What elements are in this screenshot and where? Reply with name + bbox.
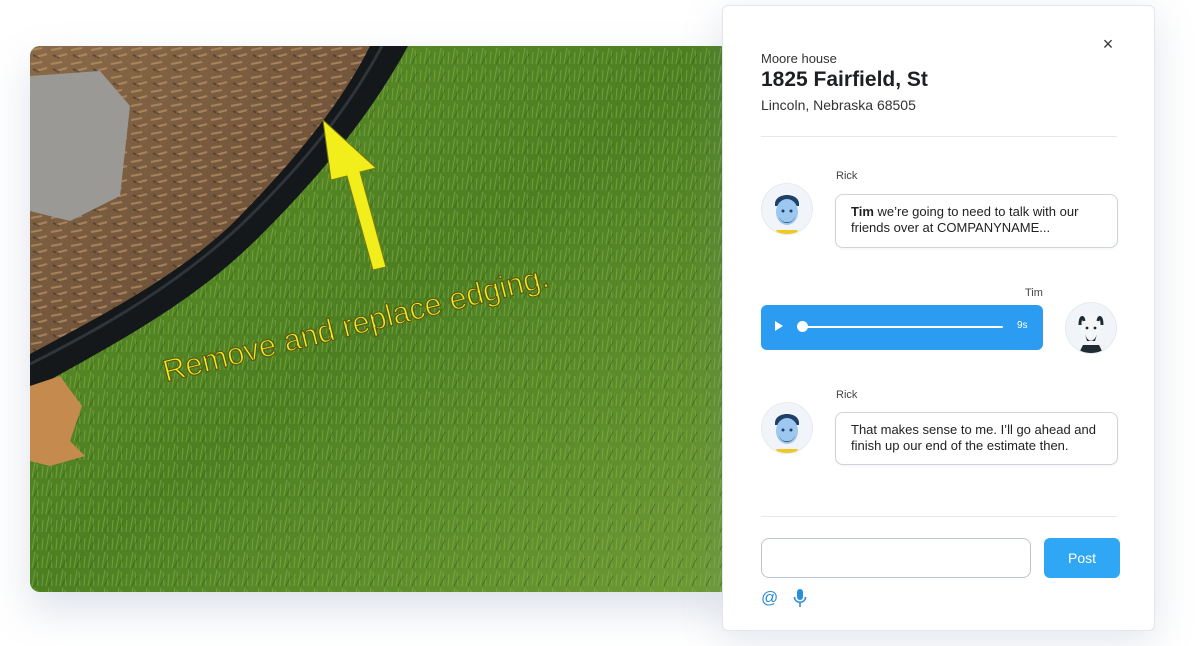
microphone-icon[interactable] [793,588,807,608]
audio-duration: 9s [1017,320,1028,331]
message-text: we’re going to need to talk with our fri… [851,204,1079,235]
header-divider [761,136,1117,137]
avatar-rick [761,402,813,454]
message-bubble: That makes sense to me. I’ll go ahead an… [835,412,1118,465]
message-text: That makes sense to me. I’ll go ahead an… [851,422,1096,453]
message-author: Rick [836,389,858,401]
avatar-rick [761,183,813,235]
annotated-photo: Remove and replace edging. [30,46,730,592]
audio-message: 9s [761,305,1043,350]
play-icon[interactable] [775,321,783,331]
project-label: Moore house [761,51,837,66]
chat-panel: × Moore house 1825 Fairfield, St Lincoln… [722,5,1155,631]
address-title: 1825 Fairfield, St [761,68,928,91]
composer-divider [761,516,1117,517]
message-author: Tim [1025,287,1043,299]
mention-icon[interactable]: @ [761,588,778,608]
address-subtitle: Lincoln, Nebraska 68505 [761,97,916,113]
avatar-tim [1065,302,1117,354]
mention-name[interactable]: Tim [851,204,874,219]
message-bubble: Tim we’re going to need to talk with our… [835,194,1118,248]
close-icon[interactable]: × [1100,35,1116,53]
message-input[interactable] [761,538,1031,578]
lawn-photo: Remove and replace edging. [30,46,730,592]
post-button[interactable]: Post [1044,538,1120,578]
audio-progress-track[interactable] [803,326,1003,328]
audio-scrubber[interactable] [797,321,808,332]
message-author: Rick [836,170,858,182]
